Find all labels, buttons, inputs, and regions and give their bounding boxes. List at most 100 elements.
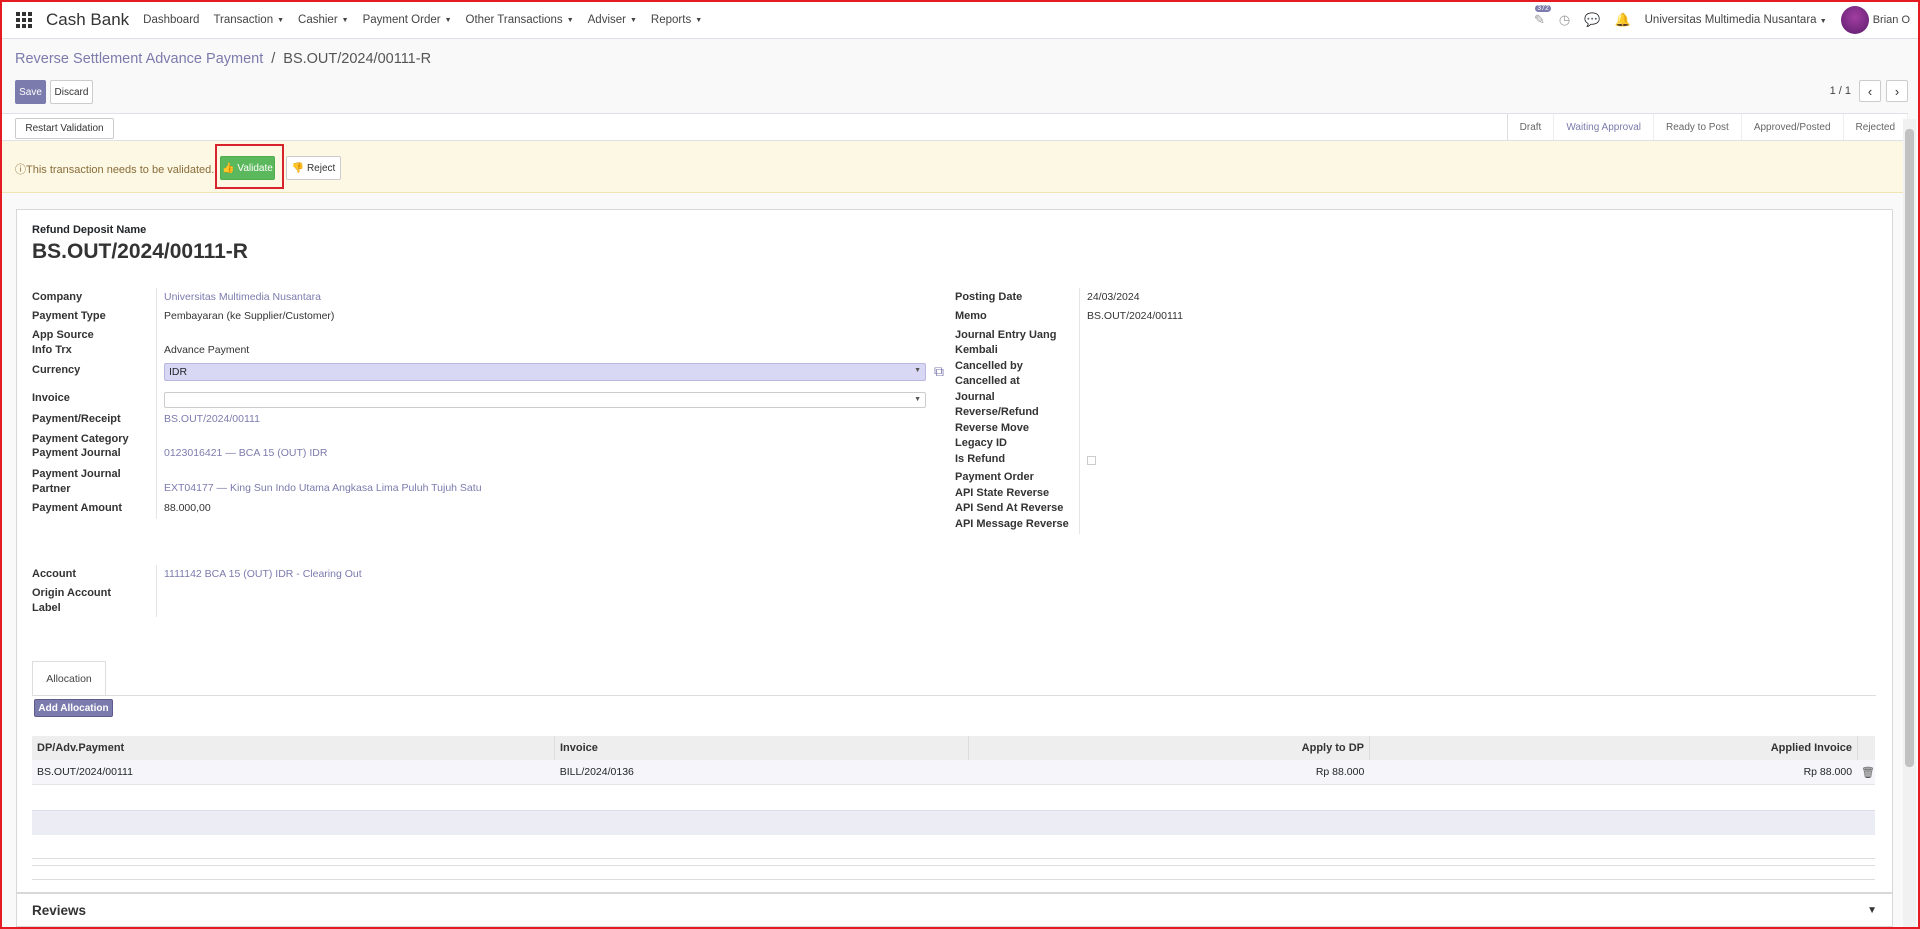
invoice-select[interactable]: ▼ — [164, 392, 926, 408]
legacy-id-label: Legacy ID — [955, 437, 1007, 449]
menu-adviser[interactable]: Adviser ▼ — [588, 14, 637, 26]
memo-label: Memo — [955, 310, 987, 322]
payment-amount-label: Payment Amount — [32, 502, 123, 514]
chevron-right-icon: › — [1894, 83, 1900, 99]
discard-button[interactable]: Discard — [50, 80, 93, 104]
pager: 1 / 1 ‹ › — [1830, 80, 1908, 102]
stage-rejected[interactable]: Rejected — [1844, 114, 1908, 140]
menu-payment-order[interactable]: Payment Order ▼ — [363, 14, 452, 26]
activity-badge: 372 — [1535, 5, 1551, 12]
table-row[interactable]: BS.OUT/2024/00111 BILL/2024/0136 Rp 88.0… — [32, 760, 1875, 785]
payment-journal-partner-value[interactable]: EXT04177 — King Sun Indo Utama Angkasa L… — [164, 481, 482, 496]
stage-draft[interactable]: Draft — [1508, 114, 1555, 140]
company-switcher[interactable]: Universitas Multimedia Nusantara ▼ — [1645, 14, 1827, 26]
payment-order-label: Payment Order — [955, 471, 1034, 483]
title-label: Refund Deposit Name — [32, 224, 147, 236]
col-invoice[interactable]: Invoice — [555, 736, 969, 760]
pager-previous-button[interactable]: ‹ — [1859, 80, 1881, 102]
breadcrumb: Reverse Settlement Advance Payment / BS.… — [15, 51, 431, 67]
caret-down-icon: ▼ — [341, 16, 349, 24]
journal-entry-label: Journal Entry Uang Kembali — [955, 329, 1057, 356]
add-allocation-button[interactable]: Add Allocation — [34, 699, 113, 717]
payment-type-value: Pembayaran (ke Supplier/Customer) — [164, 310, 335, 322]
col-apply-to-dp[interactable]: Apply to DP — [969, 736, 1370, 760]
is-refund-checkbox[interactable] — [1087, 456, 1096, 465]
menu-cashier[interactable]: Cashier ▼ — [298, 14, 349, 26]
validate-button[interactable]: 👍 Validate — [220, 156, 275, 180]
bell-icon[interactable]: 🔔 — [1614, 12, 1630, 28]
stage-approved-posted[interactable]: Approved/Posted — [1742, 114, 1844, 140]
info-trx-label: Info Trx — [32, 344, 72, 356]
pager-value[interactable]: 1 / 1 — [1830, 85, 1851, 97]
account-separator — [156, 565, 157, 617]
breadcrumb-separator: / — [271, 51, 276, 67]
control-panel: Reverse Settlement Advance Payment / BS.… — [2, 39, 1918, 113]
payment-type-label: Payment Type — [32, 310, 106, 322]
scrollbar-thumb[interactable] — [1905, 129, 1914, 767]
cancelled-by-label: Cancelled by — [955, 360, 1023, 372]
empty-row — [32, 810, 1875, 835]
top-navbar: Cash Bank Dashboard Transaction ▼ Cashier… — [2, 2, 1918, 39]
external-link-icon[interactable]: ⧉ — [934, 363, 944, 380]
reject-button[interactable]: 👎 Reject — [286, 156, 341, 180]
journal-reverse-label: Journal Reverse/Refund — [955, 391, 1039, 418]
avatar[interactable] — [1840, 6, 1869, 34]
tab-allocation[interactable]: Allocation — [32, 661, 106, 695]
menu-dashboard[interactable]: Dashboard — [143, 14, 199, 26]
col-applied-invoice[interactable]: Applied Invoice — [1370, 736, 1858, 760]
caret-down-icon: ▼ — [629, 16, 637, 24]
save-button[interactable]: Save — [15, 80, 46, 104]
caret-down-icon: ▼ — [566, 16, 574, 24]
table-header: DP/Adv.Payment Invoice Apply to DP Appli… — [32, 736, 1875, 760]
payment-receipt-value[interactable]: BS.OUT/2024/00111 — [164, 412, 260, 427]
payment-journal-value[interactable]: 0123016421 — BCA 15 (OUT) IDR — [164, 446, 327, 461]
is-refund-label: Is Refund — [955, 453, 1006, 465]
reviews-title: Reviews — [32, 902, 87, 918]
restart-validation-button[interactable]: Restart Validation — [15, 118, 114, 139]
breadcrumb-parent[interactable]: Reverse Settlement Advance Payment — [15, 51, 263, 67]
col-dp-adv-payment[interactable]: DP/Adv.Payment — [32, 736, 555, 760]
currency-select[interactable]: IDR ▼ — [164, 363, 926, 381]
caret-down-icon: ▼ — [277, 16, 285, 24]
trash-icon[interactable]: 🗑 — [1861, 766, 1875, 779]
status-bar: Restart Validation Draft Waiting Approva… — [2, 113, 1908, 141]
tab-underline — [32, 695, 1876, 696]
breadcrumb-current: BS.OUT/2024/00111-R — [283, 51, 432, 67]
chevron-left-icon: ‹ — [1867, 83, 1873, 99]
scrollbar[interactable] — [1903, 119, 1916, 927]
caret-down-icon: ▼ — [444, 16, 452, 24]
chat-icon[interactable]: 💬 — [1584, 12, 1600, 28]
table-footer-line — [32, 865, 1875, 866]
caret-down-icon: ▼ — [914, 367, 921, 374]
app-source-label: App Source — [32, 329, 94, 341]
clock-icon[interactable]: ◷ — [1559, 12, 1570, 28]
caret-down-icon[interactable]: ▼ — [1867, 905, 1877, 916]
currency-label: Currency — [32, 364, 81, 376]
menu-other-transactions[interactable]: Other Transactions ▼ — [466, 14, 574, 26]
menu-reports[interactable]: Reports ▼ — [651, 14, 702, 26]
cell-applied-invoice: Rp 88.000 — [1803, 766, 1853, 778]
company-label: Company — [32, 291, 83, 303]
caret-down-icon: ▼ — [1819, 18, 1827, 25]
cell-apply-dp: Rp 88.000 — [1315, 766, 1365, 778]
apps-menu-icon[interactable] — [16, 12, 32, 28]
api-state-label: API State Reverse — [955, 487, 1050, 499]
stage-pipeline: Draft Waiting Approval Ready to Post App… — [1506, 114, 1908, 140]
stage-waiting-approval[interactable]: Waiting Approval — [1554, 114, 1654, 140]
reviews-section[interactable]: Reviews ▼ — [16, 893, 1893, 927]
systray: ✎ 372 ◷ 💬 🔔 Universitas Multimedia Nusant… — [1534, 5, 1910, 34]
company-value[interactable]: Universitas Multimedia Nusantara — [164, 290, 321, 305]
user-name[interactable]: Brian O — [1873, 14, 1910, 26]
api-send-label: API Send At Reverse — [955, 502, 1064, 514]
form-sheet: Refund Deposit Name BS.OUT/2024/00111-R … — [16, 209, 1893, 893]
payment-journal-partner-label: Payment Journal Partner — [32, 468, 121, 495]
left-separator — [156, 288, 157, 519]
menu-transaction[interactable]: Transaction ▼ — [213, 14, 284, 26]
app-brand[interactable]: Cash Bank — [46, 10, 129, 30]
account-value[interactable]: 1111142 BCA 15 (OUT) IDR - Clearing Out — [164, 567, 362, 582]
stage-ready-to-post[interactable]: Ready to Post — [1654, 114, 1742, 140]
validation-alert: ⓘThis transaction needs to be validated.… — [2, 141, 1908, 193]
activity-edit-icon[interactable]: ✎ 372 — [1534, 5, 1551, 28]
pager-next-button[interactable]: › — [1886, 80, 1908, 102]
account-label: Account — [32, 568, 76, 580]
